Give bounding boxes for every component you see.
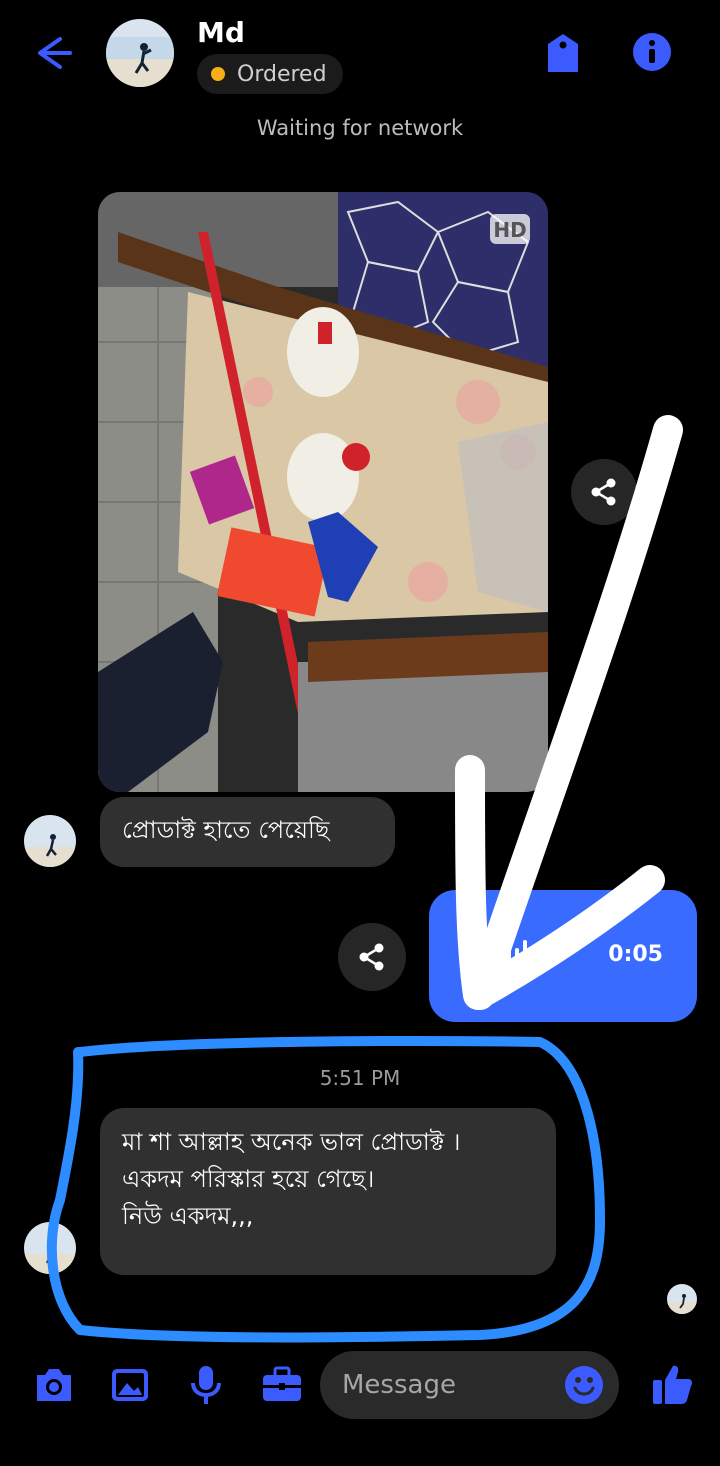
message-bubble-incoming[interactable]: মা শা আল্লাহ অনেক ভাল প্রোডাক্ট । একদম প… xyxy=(100,1108,556,1275)
sender-avatar[interactable] xyxy=(24,815,76,867)
contact-avatar[interactable] xyxy=(106,19,174,87)
message-line: নিউ একদম,,, xyxy=(122,1202,254,1230)
tag-icon[interactable] xyxy=(544,32,582,74)
waveform-icon xyxy=(499,940,559,972)
info-icon[interactable] xyxy=(632,32,672,72)
message-timestamp: 5:51 PM xyxy=(319,1066,401,1090)
image-icon[interactable] xyxy=(108,1363,152,1407)
sender-avatar[interactable] xyxy=(24,1222,76,1274)
connection-status: Waiting for network xyxy=(256,116,464,140)
briefcase-icon[interactable] xyxy=(260,1363,304,1407)
emoji-icon[interactable] xyxy=(563,1364,605,1406)
status-label: Ordered xyxy=(237,61,327,87)
message-bubble-incoming[interactable]: প্রোডাক্ট হাতে পেয়েছি xyxy=(100,797,395,867)
share-icon xyxy=(359,943,384,971)
status-dot xyxy=(211,67,225,81)
hd-badge: HD xyxy=(493,218,526,242)
share-voice-button[interactable] xyxy=(338,923,406,991)
voice-duration: 0:05 xyxy=(608,942,663,967)
message-line: একদম পরিস্কার হয়ে গেছে। xyxy=(122,1165,375,1193)
voice-message-bubble[interactable]: 0:05 xyxy=(429,890,697,1022)
contact-name: Md xyxy=(197,16,245,49)
photo-message[interactable]: HD xyxy=(98,192,548,792)
seen-indicator-avatar xyxy=(667,1284,697,1314)
message-text: প্রোডাক্ট হাতে পেয়েছি xyxy=(122,816,330,844)
back-arrow-icon[interactable] xyxy=(30,30,76,76)
share-photo-button[interactable] xyxy=(571,459,637,525)
share-icon xyxy=(591,478,616,506)
camera-icon[interactable] xyxy=(31,1363,75,1407)
thumbs-up-icon[interactable] xyxy=(651,1362,693,1406)
mic-icon[interactable] xyxy=(184,1363,228,1407)
order-status-badge[interactable]: Ordered xyxy=(197,54,343,94)
message-line: মা শা আল্লাহ অনেক ভাল প্রোডাক্ট । xyxy=(122,1128,461,1156)
